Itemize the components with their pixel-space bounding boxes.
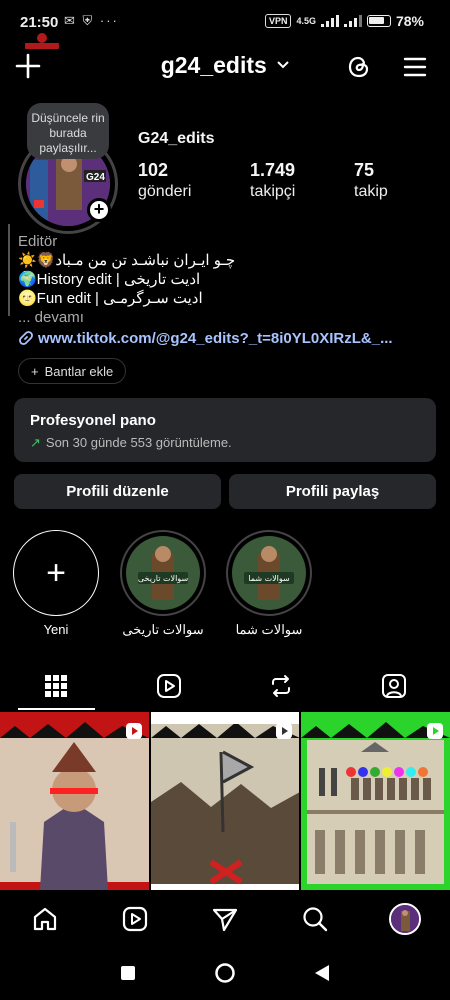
highlight-label: سوالات شما xyxy=(235,622,303,637)
stat-following[interactable]: 75 takip xyxy=(354,160,388,201)
stat-followers[interactable]: 1.749 takipçi xyxy=(250,160,295,201)
battery-icon xyxy=(366,15,391,27)
profile-actions: Profili düzenle Profili paylaş xyxy=(14,474,436,509)
bio-more-link[interactable]: ... devamı xyxy=(18,308,438,327)
profile-tabs xyxy=(0,662,450,710)
home-icon xyxy=(33,907,57,931)
account-switcher[interactable]: g24_edits xyxy=(0,52,450,79)
followers-count: 1.749 xyxy=(250,160,296,180)
profile-display-name: G24_edits xyxy=(138,130,215,147)
search-icon xyxy=(303,907,328,932)
tab-reposts[interactable] xyxy=(225,662,338,710)
following-count: 75 xyxy=(354,160,375,180)
reel-badge-icon xyxy=(276,723,293,739)
nav-reels[interactable] xyxy=(90,892,180,946)
tab-reels[interactable] xyxy=(113,662,226,710)
pro-dashboard-subtitle: ↗ Son 30 günde 553 görüntüleme. xyxy=(30,435,420,451)
highlight-cover-image: سوالات شما xyxy=(232,536,306,610)
battery-percent: 78% xyxy=(395,13,424,29)
nav-profile[interactable] xyxy=(360,892,450,946)
signal-icon xyxy=(320,15,339,27)
tagged-icon xyxy=(381,674,406,698)
post-tile[interactable] xyxy=(0,712,149,890)
add-banners-button[interactable]: + Bantlar ekle xyxy=(18,358,127,384)
pro-dashboard-stat: Son 30 günde 553 görüntüleme. xyxy=(45,435,232,450)
nav-messages[interactable] xyxy=(180,892,270,946)
reel-badge-icon xyxy=(125,723,142,739)
highlight-new[interactable]: + Yeni xyxy=(13,530,99,637)
stat-posts[interactable]: 102 gönderi xyxy=(138,160,191,201)
pro-dashboard-title: Profesyonel pano xyxy=(30,412,156,429)
plus-icon: + xyxy=(46,554,66,592)
send-icon xyxy=(212,908,238,932)
highlight-your-questions[interactable]: سوالات شما سوالات شما xyxy=(226,530,312,638)
notification-icons: ✉ ⛨ ··· xyxy=(64,13,119,28)
status-bar: 21:50 ✉ ⛨ ··· VPN 4.5G 78% xyxy=(0,0,450,49)
repost-icon xyxy=(272,675,291,697)
profile-avatar-small xyxy=(389,903,421,935)
threads-icon[interactable] xyxy=(346,54,372,80)
bio: Editör ☀️🦁چـو ایـران نباشـد تن من مـباد … xyxy=(18,232,438,327)
tab-grid[interactable] xyxy=(0,662,113,710)
add-story-icon[interactable]: + xyxy=(87,198,111,222)
reels-icon xyxy=(122,906,148,932)
add-banners-label: Bantlar ekle xyxy=(44,363,114,379)
followers-label: takipçi xyxy=(250,183,296,200)
svg-text:سوالات تاریخی: سوالات تاریخی xyxy=(138,574,189,583)
bio-line: 🌍History edit | ادیت تاریخی xyxy=(18,271,201,288)
nav-search[interactable] xyxy=(270,892,360,946)
signal-icon-2 xyxy=(343,15,362,27)
highlight-history-questions[interactable]: سوالات تاریخی سوالات تاریخی xyxy=(120,530,206,638)
edit-profile-button[interactable]: Profili düzenle xyxy=(14,474,221,509)
reels-icon xyxy=(156,674,181,698)
nav-home[interactable] xyxy=(0,892,90,946)
network-type: 4.5G xyxy=(296,15,316,26)
trend-up-icon: ↗ xyxy=(30,435,41,450)
new-highlight-circle[interactable]: + xyxy=(13,530,99,616)
highlight-label: سوالات تاریخی xyxy=(122,622,204,637)
plus-icon: + xyxy=(31,363,39,379)
bio-line: 🌝Fun edit | ادیت سـرگرمـی xyxy=(18,290,203,307)
bio-external-link[interactable]: www.tiktok.com/@g24_edits?_t=8i0YL0XIRzL… xyxy=(18,330,393,347)
post-tile[interactable] xyxy=(150,712,300,890)
professional-dashboard-card[interactable]: Profesyonel pano ↗ Son 30 günde 553 görün… xyxy=(14,398,436,462)
highlight-cover-image: سوالات تاریخی xyxy=(126,536,200,610)
post-tile[interactable] xyxy=(301,712,450,890)
note-bubble[interactable]: Düşüncele rin burada paylaşılır... xyxy=(27,103,109,159)
top-bar: g24_edits xyxy=(0,48,450,88)
bio-category: Editör xyxy=(18,233,58,250)
back-icon[interactable] xyxy=(314,964,330,982)
highlight-label: Yeni xyxy=(43,622,69,637)
link-icon xyxy=(19,331,33,345)
system-navigation xyxy=(0,946,450,1000)
svg-text:سوالات شما: سوالات شما xyxy=(248,574,290,583)
bottom-navigation xyxy=(0,892,450,946)
header-username[interactable]: g24_edits xyxy=(161,52,267,78)
status-right: VPN 4.5G 78% xyxy=(264,13,424,29)
grid-icon xyxy=(45,675,68,697)
svg-text:G24: G24 xyxy=(86,172,105,183)
highlight-circle[interactable]: سوالات شما xyxy=(226,530,312,616)
share-profile-button[interactable]: Profili paylaş xyxy=(229,474,436,509)
recents-icon[interactable] xyxy=(120,965,136,981)
following-label: takip xyxy=(354,183,388,200)
tab-tagged[interactable] xyxy=(338,662,450,710)
bio-link-text[interactable]: www.tiktok.com/@g24_edits?_t=8i0YL0XIRzL… xyxy=(38,330,393,347)
menu-icon[interactable] xyxy=(402,54,428,80)
posts-grid xyxy=(0,712,450,890)
chevron-down-icon[interactable] xyxy=(277,61,289,69)
vpn-badge: VPN xyxy=(264,14,292,28)
home-button-icon[interactable] xyxy=(214,962,236,984)
reel-badge-icon xyxy=(427,723,444,739)
highlight-circle[interactable]: سوالات تاریخی xyxy=(120,530,206,616)
posts-count: 102 xyxy=(138,160,169,180)
bio-line: ☀️🦁چـو ایـران نباشـد تن من مـباد xyxy=(18,252,236,269)
posts-label: gönderi xyxy=(138,183,192,200)
bio-divider xyxy=(8,224,10,316)
status-time: 21:50 xyxy=(20,14,59,31)
